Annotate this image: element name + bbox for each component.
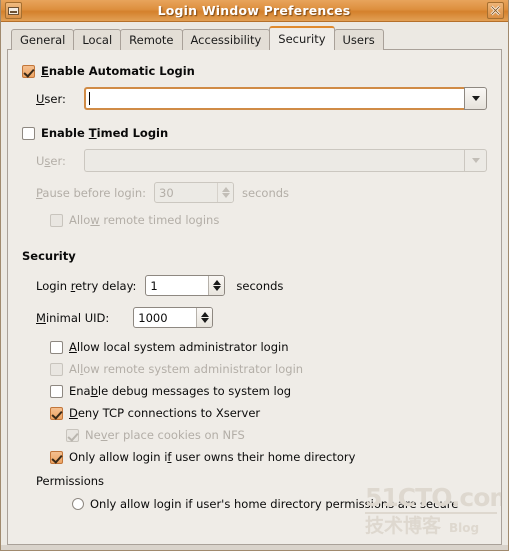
arrow-down-icon bbox=[221, 193, 230, 198]
allow-remote-admin-login-checkbox bbox=[50, 362, 63, 376]
allow-remote-timed-logins-label: Allow remote timed logins bbox=[69, 213, 220, 227]
tab-users[interactable]: Users bbox=[333, 29, 384, 50]
permissions-section-heading: Permissions bbox=[36, 474, 105, 488]
window-titlebar: Login Window Preferences bbox=[1, 0, 508, 22]
arrow-up-icon[interactable] bbox=[212, 280, 221, 285]
pause-before-login-spinner: 30 bbox=[154, 182, 235, 203]
arrow-up-icon[interactable] bbox=[200, 312, 209, 317]
automatic-login-user-row: User: bbox=[36, 87, 487, 110]
tab-strip: General Local Remote Accessibility Secur… bbox=[7, 26, 502, 50]
enable-timed-login-label: Enable Timed Login bbox=[41, 126, 169, 140]
arrow-down-icon[interactable] bbox=[200, 318, 209, 323]
chevron-down-icon bbox=[471, 96, 480, 101]
never-place-cookies-nfs-checkbox bbox=[66, 428, 79, 442]
security-settings-content: EEnable Automatic Loginnable Automatic L… bbox=[8, 50, 501, 544]
allow-remote-timed-logins-checkbox bbox=[50, 213, 63, 227]
automatic-login-user-input[interactable] bbox=[84, 87, 464, 110]
tab-general[interactable]: General bbox=[11, 29, 75, 50]
deny-tcp-connections-checkbox[interactable] bbox=[50, 406, 63, 420]
minimal-uid-label: Minimal UID: bbox=[36, 310, 110, 325]
tab-accessibility-label: Accessibility bbox=[190, 33, 262, 47]
login-retry-delay-spinner[interactable]: 1 bbox=[145, 275, 226, 296]
arrow-up-icon bbox=[221, 187, 230, 192]
only-allow-login-owns-home-row[interactable]: Only allow login if user owns their home… bbox=[50, 450, 487, 464]
login-retry-delay-label: Login retry delay: bbox=[36, 278, 137, 293]
tab-accessibility[interactable]: Accessibility bbox=[181, 29, 271, 50]
pause-before-login-units: seconds bbox=[242, 185, 290, 200]
tab-remote[interactable]: Remote bbox=[120, 29, 183, 50]
timed-login-user-combo bbox=[84, 149, 487, 172]
arrow-down-icon[interactable] bbox=[212, 286, 221, 291]
enable-automatic-login-label: EEnable Automatic Loginnable Automatic L… bbox=[41, 64, 195, 78]
timed-login-user-input bbox=[84, 149, 464, 172]
minimal-uid-stepper[interactable] bbox=[196, 308, 213, 327]
tab-local[interactable]: Local bbox=[73, 29, 122, 50]
home-dir-permissions-secure-radio[interactable] bbox=[72, 498, 84, 510]
security-section-heading: Security bbox=[22, 249, 76, 263]
minimal-uid-spinner[interactable]: 1000 bbox=[133, 307, 214, 328]
window-preferences-icon bbox=[5, 2, 22, 19]
never-place-cookies-nfs-label: Never place cookies on NFS bbox=[85, 428, 245, 442]
tab-local-label: Local bbox=[82, 33, 113, 47]
enable-automatic-login-checkbox[interactable] bbox=[22, 64, 35, 78]
enable-timed-login-row[interactable]: Enable Timed Login bbox=[22, 126, 487, 140]
enable-timed-login-checkbox[interactable] bbox=[22, 126, 35, 140]
tab-remote-label: Remote bbox=[129, 33, 174, 47]
minimal-uid-value[interactable]: 1000 bbox=[134, 308, 196, 327]
login-window-preferences-window: Login Window Preferences General Local R… bbox=[0, 0, 509, 551]
allow-local-admin-login-label: Allow local system administrator login bbox=[69, 340, 289, 354]
login-retry-delay-units: seconds bbox=[236, 278, 284, 293]
tab-security[interactable]: Security bbox=[269, 26, 335, 50]
home-dir-permissions-secure-row[interactable]: Only allow login if user's home director… bbox=[72, 497, 487, 511]
tab-users-label: Users bbox=[342, 33, 375, 47]
minimal-uid-row: Minimal UID: 1000 bbox=[36, 307, 487, 328]
only-allow-login-owns-home-checkbox[interactable] bbox=[50, 450, 63, 464]
pause-before-login-value: 30 bbox=[159, 185, 174, 200]
login-retry-delay-value[interactable]: 1 bbox=[146, 276, 208, 295]
automatic-login-user-label: User: bbox=[36, 91, 66, 106]
deny-tcp-connections-label: Deny TCP connections to Xserver bbox=[69, 406, 261, 420]
login-retry-delay-row: Login retry delay: 1 seconds bbox=[36, 275, 487, 296]
chevron-down-icon bbox=[471, 158, 480, 163]
automatic-login-user-combo[interactable] bbox=[84, 87, 487, 110]
tab-general-label: General bbox=[20, 33, 66, 47]
allow-remote-admin-login-label: Allow remote system administrator login bbox=[69, 362, 304, 376]
enable-debug-messages-checkbox[interactable] bbox=[50, 384, 63, 398]
enable-debug-messages-row[interactable]: Enable debug messages to system log bbox=[50, 384, 487, 398]
enable-debug-messages-label: Enable debug messages to system log bbox=[69, 384, 292, 398]
pause-before-login-row: Pause before login: 30 seconds bbox=[36, 182, 487, 203]
watermark-cn-text: 技术博客 bbox=[365, 515, 442, 537]
watermark-blog-text: Blog bbox=[449, 521, 480, 535]
timed-login-user-label: User: bbox=[36, 153, 66, 168]
pause-before-login-label: Pause before login: bbox=[36, 185, 147, 200]
window-title: Login Window Preferences bbox=[157, 3, 351, 18]
login-retry-delay-stepper[interactable] bbox=[208, 276, 225, 295]
allow-remote-timed-logins-row: Allow remote timed logins bbox=[50, 213, 487, 227]
automatic-login-user-dropdown-button[interactable] bbox=[464, 87, 487, 110]
allow-remote-admin-login-row: Allow remote system administrator login bbox=[50, 362, 487, 376]
security-tab-panel: EEnable Automatic Loginnable Automatic L… bbox=[7, 49, 502, 545]
only-allow-login-owns-home-label: Only allow login if user owns their home… bbox=[69, 450, 356, 464]
never-place-cookies-nfs-row: Never place cookies on NFS bbox=[66, 428, 487, 442]
enable-automatic-login-row[interactable]: EEnable Automatic Loginnable Automatic L… bbox=[22, 64, 487, 78]
timed-login-user-row: User: bbox=[36, 149, 487, 172]
text-caret bbox=[89, 92, 90, 105]
allow-local-admin-login-row[interactable]: Allow local system administrator login bbox=[50, 340, 487, 354]
preferences-notebook: General Local Remote Accessibility Secur… bbox=[1, 22, 508, 545]
close-icon[interactable] bbox=[487, 2, 504, 19]
deny-tcp-connections-row[interactable]: Deny TCP connections to Xserver bbox=[50, 406, 487, 420]
timed-login-user-dropdown-button bbox=[464, 149, 487, 172]
pause-before-login-stepper bbox=[217, 183, 234, 202]
allow-local-admin-login-checkbox[interactable] bbox=[50, 340, 63, 354]
tab-security-label: Security bbox=[278, 32, 326, 46]
home-dir-permissions-secure-label: Only allow login if user's home director… bbox=[90, 497, 459, 511]
